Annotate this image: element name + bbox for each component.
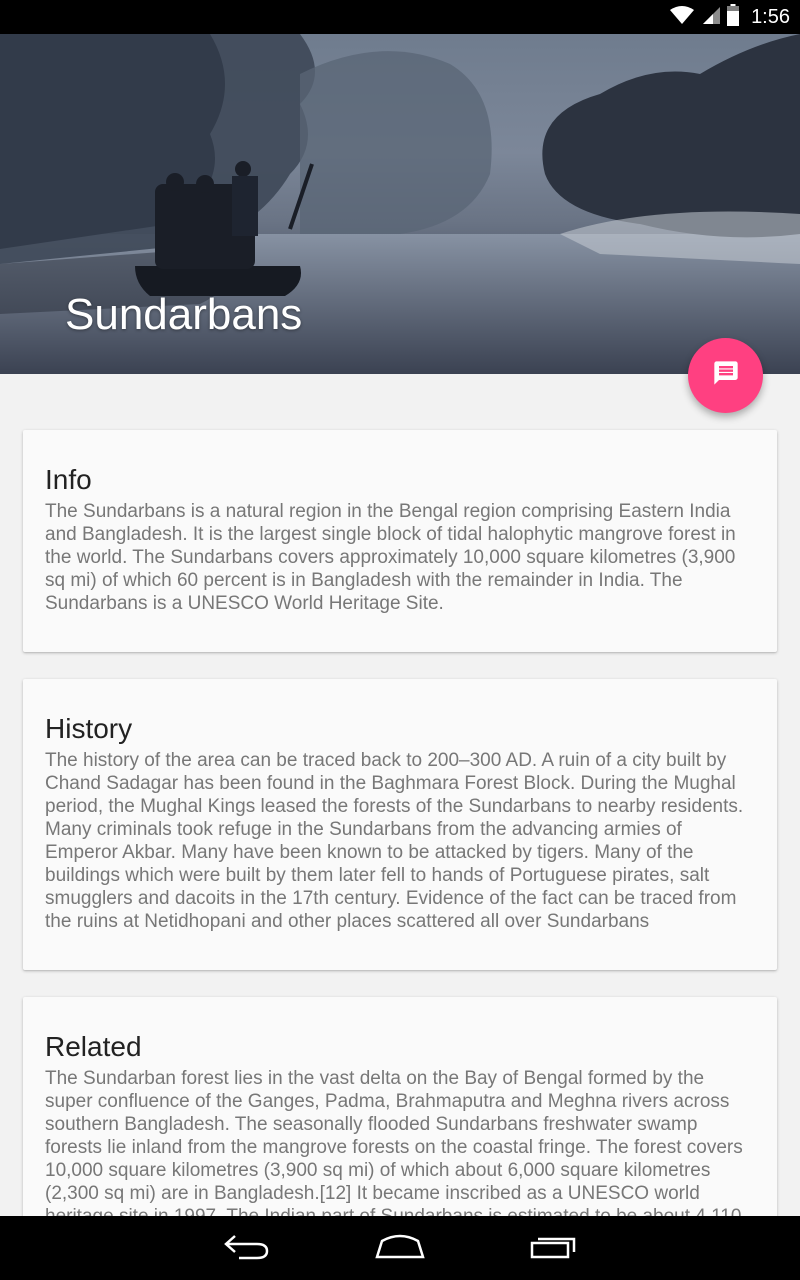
cell-signal-icon	[701, 5, 721, 30]
header-image: Sundarbans	[0, 34, 800, 374]
related-card: Related The Sundarban forest lies in the…	[23, 997, 777, 1216]
page-title: Sundarbans	[65, 290, 303, 339]
message-fab-button[interactable]	[688, 338, 763, 413]
card-body: The history of the area can be traced ba…	[45, 750, 744, 932]
history-card: History The history of the area can be t…	[23, 679, 777, 970]
home-icon	[374, 1233, 426, 1264]
status-bar: 1:56	[0, 0, 800, 34]
message-icon	[712, 359, 740, 392]
card-title: History	[45, 713, 133, 744]
status-time: 1:56	[751, 5, 790, 28]
card-title: Info	[45, 464, 92, 495]
navigation-bar	[0, 1216, 800, 1280]
content-scroll[interactable]: Info The Sundarbans is a natural region …	[0, 374, 800, 1216]
info-card: Info The Sundarbans is a natural region …	[23, 430, 777, 652]
card-body: The Sundarban forest lies in the vast de…	[45, 1068, 743, 1216]
home-button[interactable]	[365, 1223, 435, 1273]
back-icon	[223, 1232, 271, 1265]
card-title: Related	[45, 1031, 142, 1062]
back-button[interactable]	[212, 1223, 282, 1273]
card-body: The Sundarbans is a natural region in th…	[45, 501, 736, 614]
recents-button[interactable]	[518, 1223, 588, 1273]
recents-icon	[529, 1233, 577, 1264]
battery-icon	[727, 3, 740, 31]
wifi-icon	[669, 5, 695, 30]
